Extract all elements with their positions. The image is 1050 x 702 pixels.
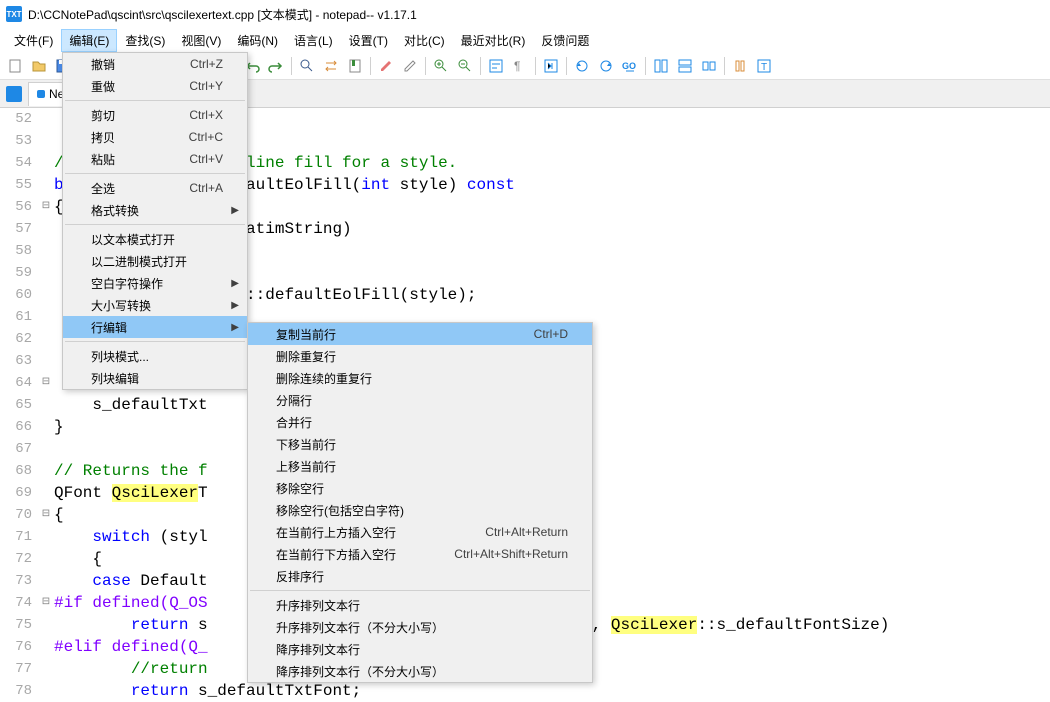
menubar: 文件(F)编辑(E)查找(S)视图(V)编码(N)语言(L)设置(T)对比(C)… bbox=[0, 28, 1050, 52]
wrap-icon[interactable] bbox=[485, 55, 507, 77]
menu-8[interactable]: 最近对比(R) bbox=[453, 29, 534, 52]
edit-menu-item-3[interactable]: 剪切Ctrl+X bbox=[63, 104, 247, 126]
line-edit-submenu: 复制当前行Ctrl+D删除重复行删除连续的重复行分隔行合并行下移当前行上移当前行… bbox=[247, 322, 593, 683]
new-file-icon[interactable] bbox=[4, 55, 26, 77]
edit-menu-item-16[interactable]: 列块模式... bbox=[63, 345, 247, 367]
split-icon[interactable] bbox=[650, 55, 672, 77]
column-mode-icon[interactable] bbox=[729, 55, 751, 77]
line-menu-item-11[interactable]: 反排序行 bbox=[248, 565, 592, 587]
line-menu-item-16[interactable]: 降序排列文本行（不分大小写） bbox=[248, 660, 592, 682]
edit-menu-item-13[interactable]: 大小写转换▶ bbox=[63, 294, 247, 316]
edit-menu-item-17[interactable]: 列块编辑 bbox=[63, 367, 247, 389]
line-menu-item-15[interactable]: 降序排列文本行 bbox=[248, 638, 592, 660]
format-icon[interactable]: T bbox=[753, 55, 775, 77]
line-menu-item-0[interactable]: 复制当前行Ctrl+D bbox=[248, 323, 592, 345]
line-menu-item-2[interactable]: 删除连续的重复行 bbox=[248, 367, 592, 389]
line-menu-item-3[interactable]: 分隔行 bbox=[248, 389, 592, 411]
line-menu-item-13[interactable]: 升序排列文本行 bbox=[248, 594, 592, 616]
whitespace-icon[interactable]: ¶ bbox=[509, 55, 531, 77]
edit-menu-item-10[interactable]: 以文本模式打开 bbox=[63, 228, 247, 250]
search-icon[interactable] bbox=[296, 55, 318, 77]
menu-2[interactable]: 查找(S) bbox=[117, 29, 173, 52]
line-menu-item-7[interactable]: 移除空行 bbox=[248, 477, 592, 499]
edit-menu-item-12[interactable]: 空白字符操作▶ bbox=[63, 272, 247, 294]
edit-menu-item-8[interactable]: 格式转换▶ bbox=[63, 199, 247, 221]
zoom-in-icon[interactable] bbox=[430, 55, 452, 77]
svg-text:T: T bbox=[761, 62, 767, 73]
menu-7[interactable]: 对比(C) bbox=[396, 29, 453, 52]
app-icon: TXT bbox=[6, 6, 22, 22]
menu-1[interactable]: 编辑(E) bbox=[61, 29, 117, 52]
svg-text:¶: ¶ bbox=[514, 59, 520, 73]
indent-icon[interactable] bbox=[540, 55, 562, 77]
menu-0[interactable]: 文件(F) bbox=[6, 29, 61, 52]
line-menu-item-14[interactable]: 升序排列文本行（不分大小写） bbox=[248, 616, 592, 638]
edit-menu-item-7[interactable]: 全选Ctrl+A bbox=[63, 177, 247, 199]
edit-menu-item-4[interactable]: 拷贝Ctrl+C bbox=[63, 126, 247, 148]
tab-icon bbox=[37, 90, 45, 98]
line-menu-item-9[interactable]: 在当前行上方插入空行Ctrl+Alt+Return bbox=[248, 521, 592, 543]
menu-6[interactable]: 设置(T) bbox=[341, 29, 396, 52]
edit-menu-item-1[interactable]: 重做Ctrl+Y bbox=[63, 75, 247, 97]
edit-menu-item-11[interactable]: 以二进制模式打开 bbox=[63, 250, 247, 272]
split-h-icon[interactable] bbox=[674, 55, 696, 77]
window-title: D:\CCNotePad\qscint\src\qscilexertext.cp… bbox=[28, 6, 417, 23]
edit-menu-item-5[interactable]: 粘贴Ctrl+V bbox=[63, 148, 247, 170]
reload-prev-icon[interactable] bbox=[571, 55, 593, 77]
zoom-out-icon[interactable] bbox=[454, 55, 476, 77]
edit-menu-dropdown: 撤销Ctrl+Z重做Ctrl+Y 剪切Ctrl+X拷贝Ctrl+C粘贴Ctrl+V… bbox=[62, 52, 248, 390]
line-menu-item-5[interactable]: 下移当前行 bbox=[248, 433, 592, 455]
menu-5[interactable]: 语言(L) bbox=[286, 29, 341, 52]
line-menu-item-1[interactable]: 删除重复行 bbox=[248, 345, 592, 367]
highlight-red-icon[interactable] bbox=[375, 55, 397, 77]
edit-menu-item-14[interactable]: 行编辑▶ bbox=[63, 316, 247, 338]
menu-3[interactable]: 视图(V) bbox=[173, 29, 229, 52]
menu-4[interactable]: 编码(N) bbox=[229, 29, 286, 52]
goto-icon[interactable]: GO bbox=[619, 55, 641, 77]
replace-icon[interactable] bbox=[320, 55, 342, 77]
reload-next-icon[interactable] bbox=[595, 55, 617, 77]
menu-9[interactable]: 反馈问题 bbox=[533, 29, 597, 52]
svg-text:GO: GO bbox=[622, 61, 636, 71]
line-menu-item-6[interactable]: 上移当前行 bbox=[248, 455, 592, 477]
line-menu-item-8[interactable]: 移除空行(包括空白字符) bbox=[248, 499, 592, 521]
line-menu-item-10[interactable]: 在当前行下方插入空行Ctrl+Alt+Shift+Return bbox=[248, 543, 592, 565]
highlight-clear-icon[interactable] bbox=[399, 55, 421, 77]
line-menu-item-4[interactable]: 合并行 bbox=[248, 411, 592, 433]
open-folder-icon[interactable] bbox=[28, 55, 50, 77]
edit-menu-item-0[interactable]: 撤销Ctrl+Z bbox=[63, 53, 247, 75]
bookmark-icon[interactable] bbox=[344, 55, 366, 77]
sync-scroll-icon[interactable] bbox=[698, 55, 720, 77]
redo-icon[interactable] bbox=[265, 55, 287, 77]
